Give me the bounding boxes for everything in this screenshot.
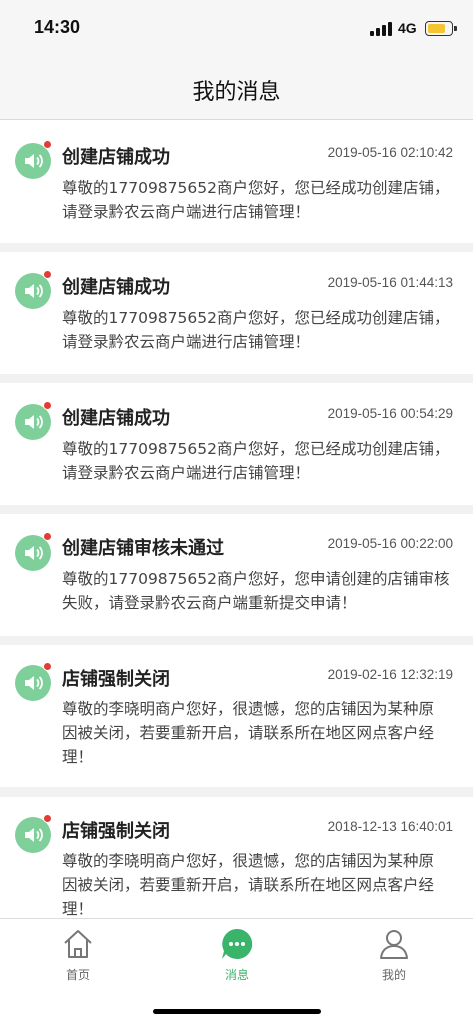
- message-card[interactable]: 创建店铺审核未通过 2019-05-16 00:22:00 尊敬的1770987…: [0, 514, 473, 636]
- tab-label: 我的: [381, 968, 406, 982]
- message-body-line: 请登录黔农云商户端进行店铺管理！: [62, 464, 311, 482]
- tab-label: 消息: [224, 968, 249, 982]
- message-card[interactable]: 店铺强制关闭 2018-12-13 16:40:01 尊敬的李晓明商户您好，很遗…: [0, 797, 473, 918]
- message-body-line: 请登录黔农云商户端进行店铺管理！: [62, 333, 311, 351]
- message-time: 2018-12-13 16:40:01: [327, 819, 453, 834]
- message-body-line: 请登录黔农云商户端进行店铺管理！: [62, 203, 311, 221]
- message-body: 尊敬的17709875652商户您好，您已经成功创建店铺， 请登录黔农云商户端进…: [62, 176, 462, 224]
- message-body: 尊敬的李晓明商户您好，很遗憾，您的店铺因为某种原 因被关闭，若要重新开启，请联系…: [62, 849, 462, 918]
- page-title: 我的消息: [192, 80, 281, 105]
- status-time: 14:30: [34, 17, 81, 37]
- profile-icon: [380, 930, 408, 959]
- message-title: 创建店铺审核未通过: [62, 538, 224, 559]
- unread-dot: [43, 401, 52, 410]
- message-time: 2019-05-16 00:22:00: [327, 536, 453, 551]
- message-body-line: 因被关闭，若要重新开启，请联系所在地区网点客户经: [62, 876, 435, 894]
- message-time: 2019-05-16 00:54:29: [327, 406, 453, 421]
- unread-dot: [43, 532, 52, 541]
- message-time: 2019-02-16 12:32:19: [327, 667, 453, 682]
- message-body: 尊敬的17709875652商户您好，您已经成功创建店铺， 请登录黔农云商户端进…: [62, 306, 462, 354]
- message-card[interactable]: 创建店铺成功 2019-05-16 01:44:13 尊敬的1770987565…: [0, 252, 473, 374]
- message-title: 创建店铺成功: [62, 147, 170, 168]
- message-body: 尊敬的17709875652商户您好，您申请创建的店铺审核 失败，请登录黔农云商…: [62, 567, 462, 615]
- message-title: 店铺强制关闭: [62, 821, 170, 842]
- message-body-line: 因被关闭，若要重新开启，请联系所在地区网点客户经: [62, 724, 435, 742]
- message-body-line: 尊敬的17709875652商户您好，您已经成功创建店铺，: [62, 309, 450, 327]
- tab-profile[interactable]: 我的: [334, 919, 454, 989]
- message-body-line: 失败，请登录黔农云商户端重新提交申请！: [62, 594, 357, 612]
- tab-label: 首页: [65, 968, 90, 982]
- status-bar: 14:30 4G: [0, 0, 473, 58]
- message-card[interactable]: 创建店铺成功 2019-05-16 02:10:42 尊敬的1770987565…: [0, 121, 473, 243]
- battery-icon: [425, 21, 457, 36]
- message-body-line: 尊敬的17709875652商户您好，您已经成功创建店铺，: [62, 179, 450, 197]
- message-body-line: 理！: [62, 748, 94, 766]
- network-label: 4G: [398, 20, 417, 36]
- message-body-line: 尊敬的李晓明商户您好，很遗憾，您的店铺因为某种原: [62, 700, 435, 718]
- message-body-line: 理！: [62, 900, 94, 918]
- message-body-line: 尊敬的17709875652商户您好，您已经成功创建店铺，: [62, 440, 450, 458]
- unread-dot: [43, 140, 52, 149]
- message-body-line: 尊敬的李晓明商户您好，很遗憾，您的店铺因为某种原: [62, 852, 435, 870]
- message-body: 尊敬的17709875652商户您好，您已经成功创建店铺， 请登录黔农云商户端进…: [62, 437, 462, 485]
- message-list[interactable]: 创建店铺成功 2019-05-16 02:10:42 尊敬的1770987565…: [0, 121, 473, 918]
- message-card[interactable]: 店铺强制关闭 2019-02-16 12:32:19 尊敬的李晓明商户您好，很遗…: [0, 645, 473, 787]
- message-body-line: 尊敬的17709875652商户您好，您申请创建的店铺审核: [62, 570, 450, 588]
- unread-dot: [43, 270, 52, 279]
- unread-dot: [43, 662, 52, 671]
- message-title: 店铺强制关闭: [62, 669, 170, 690]
- home-icon: [64, 930, 92, 958]
- message-card[interactable]: 创建店铺成功 2019-05-16 00:54:29 尊敬的1770987565…: [0, 383, 473, 505]
- unread-dot: [43, 814, 52, 823]
- tab-home[interactable]: 首页: [18, 919, 138, 989]
- tab-messages[interactable]: 消息: [177, 919, 297, 989]
- message-body: 尊敬的李晓明商户您好，很遗憾，您的店铺因为某种原 因被关闭，若要重新开启，请联系…: [62, 697, 462, 769]
- nav-bar: 我的消息: [0, 58, 473, 120]
- message-title: 创建店铺成功: [62, 277, 170, 298]
- home-indicator[interactable]: [153, 1009, 321, 1014]
- chat-icon: [222, 928, 253, 959]
- message-time: 2019-05-16 01:44:13: [327, 275, 453, 290]
- message-title: 创建店铺成功: [62, 408, 170, 429]
- message-time: 2019-05-16 02:10:42: [327, 145, 453, 160]
- signal-icon: [370, 22, 392, 36]
